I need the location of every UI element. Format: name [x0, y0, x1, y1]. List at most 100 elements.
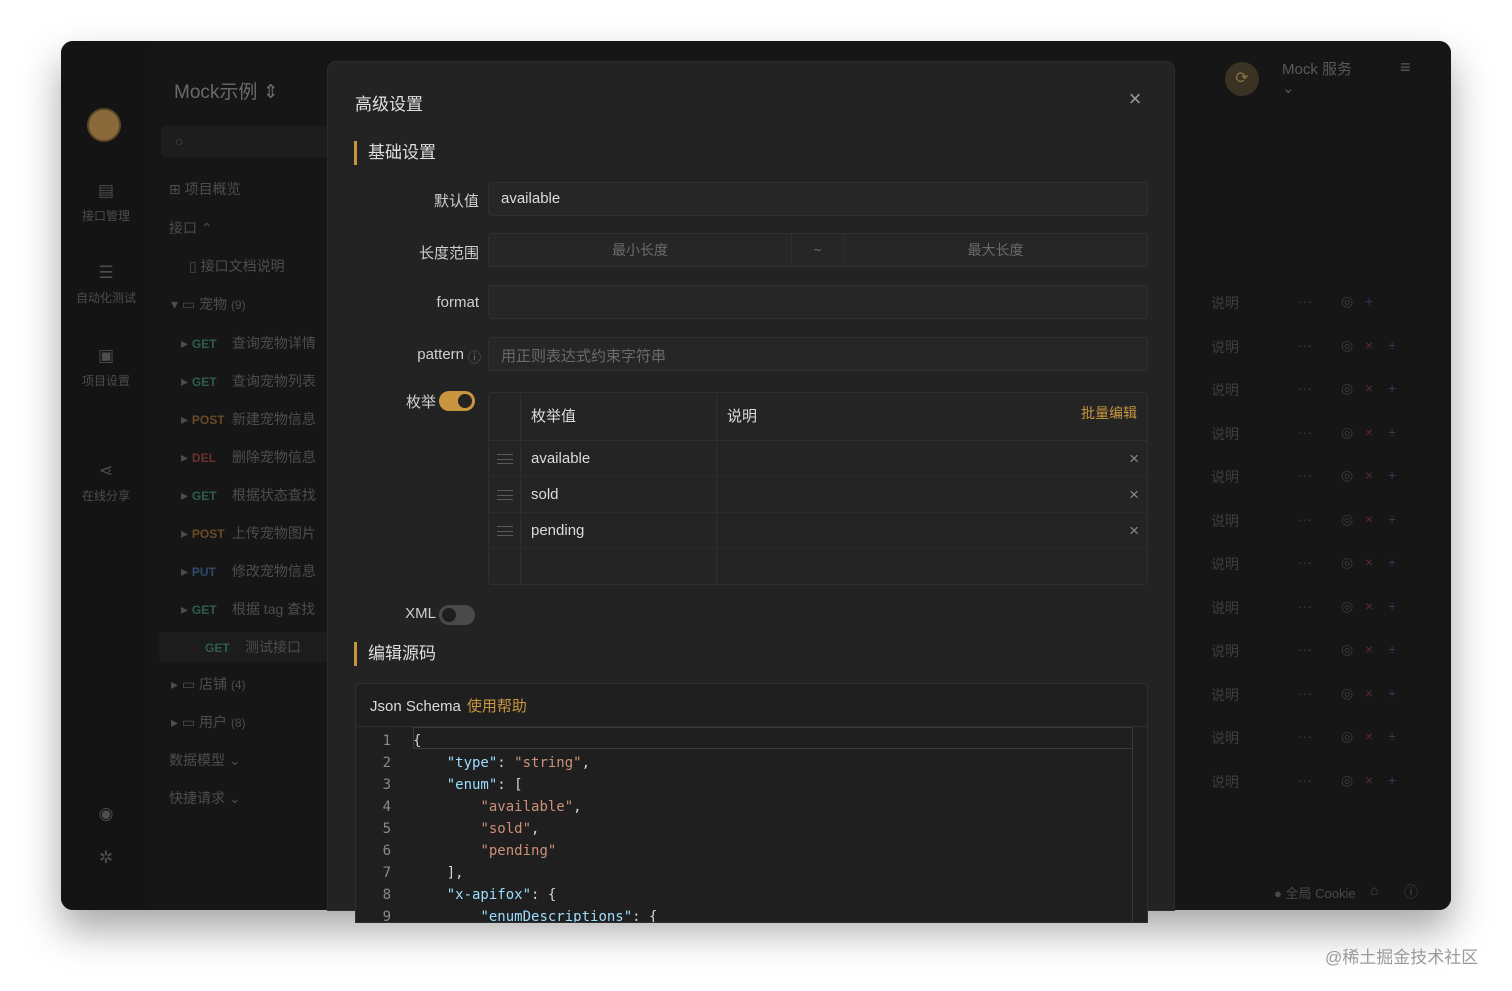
enum-value-cell[interactable]: pending [531, 513, 584, 549]
json-schema-editor[interactable]: Json Schema 使用帮助 1{2 "type": "string", 3 "… [355, 683, 1148, 923]
delete-icon[interactable]: × [1365, 598, 1373, 614]
default-value-input[interactable]: available [488, 182, 1148, 216]
enum-toggle[interactable] [439, 391, 475, 411]
delete-icon[interactable]: × [1365, 380, 1373, 396]
eye-icon[interactable]: ◎ [1341, 293, 1353, 310]
global-cookie[interactable]: ● 全局 Cookie [1274, 883, 1356, 902]
eye-icon[interactable]: ◎ [1341, 337, 1353, 354]
delete-icon[interactable]: × [1365, 467, 1373, 483]
more-icon[interactable]: ··· [1298, 728, 1312, 744]
eye-icon[interactable]: ◎ [1341, 772, 1353, 789]
eye-icon[interactable]: ◎ [1341, 380, 1353, 397]
enum-value-cell[interactable]: available [531, 441, 590, 477]
more-icon[interactable]: ··· [1298, 685, 1312, 701]
add-icon[interactable]: + [1365, 293, 1373, 309]
eye-icon[interactable]: ◎ [1341, 728, 1353, 745]
delete-icon[interactable]: × [1365, 337, 1373, 353]
shirt-icon[interactable]: ⌂ [1370, 882, 1378, 898]
tree-item-3[interactable]: ▸ DEL 删除宠物信息 [151, 442, 329, 472]
tree-folder-pets[interactable]: ▾ ▭ 宠物 (9) [151, 290, 329, 320]
help-link[interactable]: 使用帮助 [467, 698, 527, 715]
more-icon[interactable]: ··· [1298, 424, 1312, 440]
tree-item-5[interactable]: ▸ POST 上传宠物图片 [151, 518, 329, 548]
add-icon[interactable]: + [1388, 772, 1396, 788]
tree-item-8[interactable]: GET 测试接口 [159, 632, 337, 662]
tree-item-1[interactable]: ▸ GET 查询宠物列表 [151, 366, 329, 396]
add-icon[interactable]: + [1388, 598, 1396, 614]
eye-icon[interactable]: ◎ [1341, 467, 1353, 484]
more-icon[interactable]: ··· [1298, 511, 1312, 527]
more-icon[interactable]: ··· [1298, 598, 1312, 614]
rail-item-api[interactable]: ▤ 接口管理 [61, 181, 151, 224]
delete-icon[interactable]: × [1365, 772, 1373, 788]
add-icon[interactable]: + [1388, 511, 1396, 527]
tree-section-quick[interactable]: 快捷请求 ⌄ [151, 784, 329, 814]
more-icon[interactable]: ··· [1298, 641, 1312, 657]
format-input[interactable] [488, 285, 1148, 319]
add-icon[interactable]: + [1388, 380, 1396, 396]
tree-folder-shop[interactable]: ▸ ▭ 店铺 (4) [151, 670, 329, 700]
delete-icon[interactable]: × [1365, 424, 1373, 440]
more-icon[interactable]: ··· [1298, 467, 1312, 483]
remove-icon[interactable]: × [1129, 441, 1139, 477]
eye-icon[interactable]: ◎ [1341, 511, 1353, 528]
drag-handle-icon[interactable] [497, 526, 513, 536]
rail-item-share[interactable]: ⋖ 在线分享 [61, 461, 151, 504]
more-icon[interactable]: ··· [1298, 380, 1312, 396]
eye-icon[interactable]: ◎ [1341, 598, 1353, 615]
eye-icon[interactable]: ◎ [1341, 641, 1353, 658]
refresh-icon[interactable]: ⟳ [1225, 62, 1259, 96]
tree-section-api[interactable]: 接口 ⌃ [151, 214, 329, 244]
add-icon[interactable]: + [1388, 685, 1396, 701]
delete-icon[interactable]: × [1365, 511, 1373, 527]
add-icon[interactable]: + [1388, 641, 1396, 657]
add-icon[interactable]: + [1388, 424, 1396, 440]
tree-item-7[interactable]: ▸ GET 根据 tag 查找 [151, 594, 329, 624]
max-length-input[interactable]: 最大长度 [844, 234, 1147, 266]
delete-icon[interactable]: × [1365, 728, 1373, 744]
delete-icon[interactable]: × [1365, 641, 1373, 657]
search-input[interactable]: ○ [161, 126, 329, 158]
eye-icon[interactable]: ◎ [1341, 685, 1353, 702]
mock-service-select[interactable]: Mock 服务 ⌄ [1282, 58, 1352, 97]
rail-item-notify[interactable]: ◉ [61, 804, 151, 830]
enum-row-empty[interactable] [489, 549, 1147, 585]
add-icon[interactable]: + [1388, 728, 1396, 744]
tree-item-0[interactable]: ▸ GET 查询宠物详情 [151, 328, 329, 358]
tree-item-overview[interactable]: ⊞ 项目概览 [151, 175, 329, 205]
delete-icon[interactable]: × [1365, 554, 1373, 570]
batch-edit-link[interactable]: 批量编辑 [1081, 395, 1137, 431]
tree-item-2[interactable]: ▸ POST 新建宠物信息 [151, 404, 329, 434]
add-icon[interactable]: + [1388, 554, 1396, 570]
tree-item-4[interactable]: ▸ GET 根据状态查找 [151, 480, 329, 510]
delete-icon[interactable]: × [1365, 685, 1373, 701]
help-icon[interactable]: ⓘ [1404, 882, 1418, 902]
rail-item-autotest[interactable]: ☰ 自动化测试 [61, 263, 151, 306]
rail-item-gear[interactable]: ✲ [61, 848, 151, 874]
tree-section-models[interactable]: 数据模型 ⌄ [151, 746, 329, 776]
min-length-input[interactable]: 最小长度 [489, 234, 791, 266]
drag-handle-icon[interactable] [497, 454, 513, 464]
remove-icon[interactable]: × [1129, 477, 1139, 513]
xml-toggle[interactable] [439, 605, 475, 625]
close-icon[interactable]: × [1125, 88, 1145, 110]
tree-folder-user[interactable]: ▸ ▭ 用户 (8) [151, 708, 329, 738]
eye-icon[interactable]: ◎ [1341, 424, 1353, 441]
tree-item-6[interactable]: ▸ PUT 修改宠物信息 [151, 556, 329, 586]
add-icon[interactable]: + [1388, 467, 1396, 483]
remove-icon[interactable]: × [1129, 513, 1139, 549]
avatar[interactable] [87, 108, 121, 142]
eye-icon[interactable]: ◎ [1341, 554, 1353, 571]
enum-value-cell[interactable]: sold [531, 477, 559, 513]
info-icon[interactable]: ⓘ [468, 347, 481, 366]
more-icon[interactable]: ··· [1298, 772, 1312, 788]
rail-item-settings[interactable]: ▣ 项目设置 [61, 346, 151, 389]
tree-item-doc[interactable]: ▯ 接口文档说明 [151, 252, 329, 282]
more-icon[interactable]: ··· [1298, 337, 1312, 353]
add-icon[interactable]: + [1388, 337, 1396, 353]
menu-icon[interactable]: ≡ [1400, 57, 1411, 78]
more-icon[interactable]: ··· [1298, 293, 1312, 309]
drag-handle-icon[interactable] [497, 490, 513, 500]
pattern-input[interactable]: 用正则表达式约束字符串 [488, 337, 1148, 371]
project-switcher[interactable]: Mock示例 ⇕ [174, 77, 279, 104]
